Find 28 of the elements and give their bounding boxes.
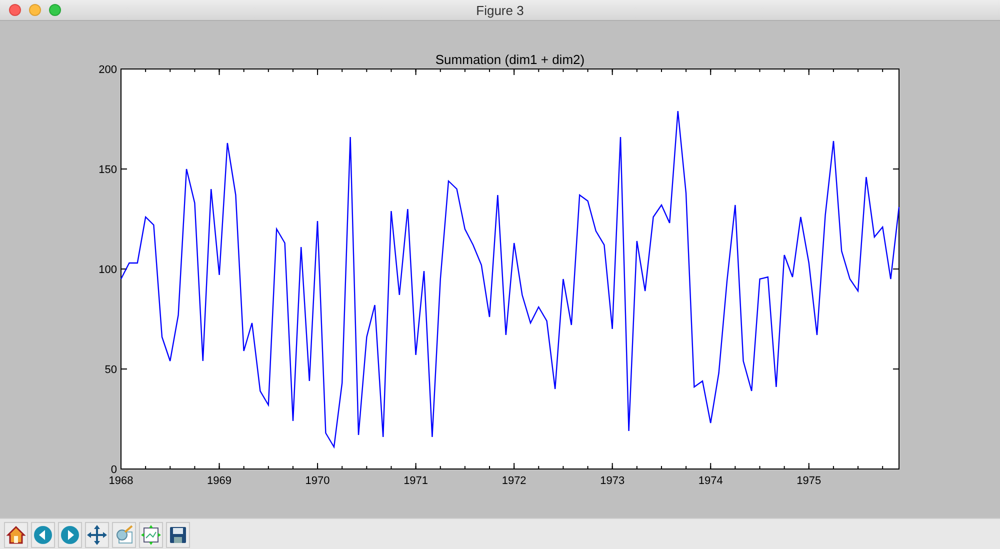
home-button[interactable] — [4, 522, 28, 548]
save-button[interactable] — [166, 522, 190, 548]
tick-label: 1973 — [600, 475, 625, 487]
zoom-rectangle-icon — [114, 524, 134, 544]
move-arrows-icon — [87, 524, 107, 544]
tick-label: 1974 — [698, 475, 723, 487]
subplots-icon — [141, 524, 161, 544]
house-icon — [6, 524, 26, 544]
tick-label: 150 — [98, 164, 117, 176]
forward-button[interactable] — [58, 522, 82, 548]
pan-button[interactable] — [85, 522, 109, 548]
tick-label: 1969 — [207, 475, 232, 487]
tick-label: 1970 — [305, 475, 330, 487]
maximize-button[interactable] — [49, 4, 61, 16]
tick-label: 1972 — [502, 475, 526, 487]
tick-label: 0 — [110, 464, 117, 476]
chart-title: Summation (dim1 + dim2) — [435, 52, 585, 67]
tick-label: 50 — [104, 364, 117, 376]
tick-label: 200 — [98, 64, 117, 76]
back-button[interactable] — [31, 522, 55, 548]
subplots-button[interactable] — [139, 522, 163, 548]
close-button[interactable] — [9, 4, 21, 16]
tick-label: 1975 — [796, 475, 822, 487]
tick-label: 100 — [98, 264, 117, 276]
tick-label: 1971 — [404, 475, 428, 487]
window-title: Figure 3 — [475, 2, 525, 18]
tick-label: 1968 — [108, 475, 134, 487]
zoom-button[interactable] — [112, 522, 136, 548]
